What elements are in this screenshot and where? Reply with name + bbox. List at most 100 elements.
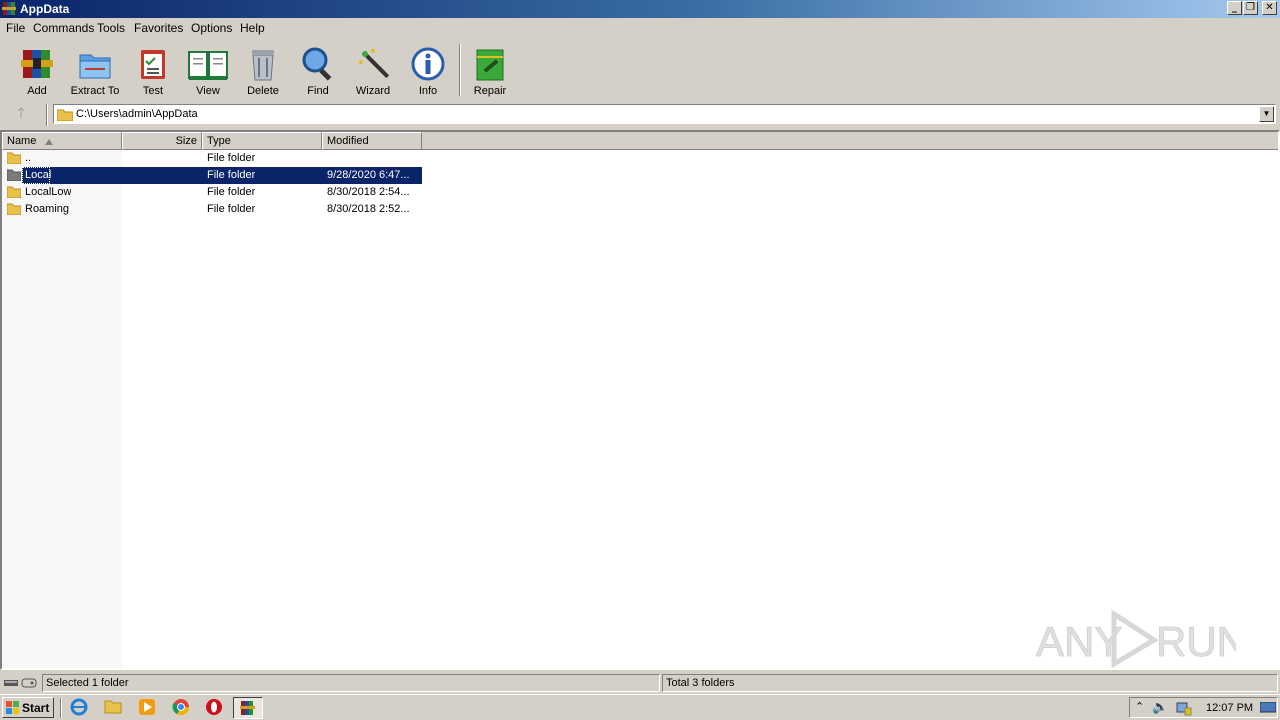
up-folder-button[interactable]: 🡑 [8, 104, 34, 124]
wizard-wand-icon [359, 49, 390, 79]
network-icon[interactable] [1176, 700, 1192, 716]
restore-button[interactable]: ❐ [1243, 1, 1258, 15]
find-button[interactable]: Find [288, 42, 348, 98]
file-modified: 8/30/2018 2:52... [327, 203, 410, 215]
anyrun-watermark: ANY RUN [1036, 606, 1248, 670]
trash-icon [252, 50, 274, 81]
up-arrow-icon: 🡑 [17, 105, 25, 122]
menu-favorites[interactable]: Favorites [134, 21, 183, 35]
menu-tools[interactable]: Tools [97, 21, 125, 35]
menu-help[interactable]: Help [240, 21, 265, 35]
watermark-run: RUN [1156, 618, 1236, 665]
add-label: Add [27, 85, 47, 97]
add-button[interactable]: Add [7, 42, 67, 98]
address-dropdown-button[interactable]: ▼ [1259, 106, 1274, 122]
taskbar-separator [60, 698, 62, 718]
extract-to-button[interactable]: Extract To [65, 42, 125, 98]
file-list[interactable]: Name Size Type Modified .. File folder L… [0, 130, 1280, 670]
status-bar: Selected 1 folder Total 3 folders [0, 672, 1280, 694]
watermark-any: ANY [1036, 618, 1122, 665]
menu-options[interactable]: Options [191, 21, 232, 35]
file-type: File folder [207, 186, 256, 198]
file-name: .. [25, 152, 32, 164]
title-bar: AppData _ ❐ ✕ [0, 0, 1280, 18]
test-label: Test [142, 85, 164, 97]
file-type: File folder [207, 152, 256, 164]
folder-icon [57, 109, 73, 121]
menu-commands[interactable]: Commands [33, 21, 94, 35]
file-row[interactable]: Roaming File folder 8/30/2018 2:52... [2, 201, 422, 218]
winrar-app-icon [2, 2, 16, 15]
column-name-label: Name [7, 135, 37, 147]
address-separator [46, 104, 48, 126]
start-label: Start [22, 701, 50, 715]
file-type: File folder [207, 203, 256, 215]
menu-bar: File Commands Tools Favorites Options He… [0, 18, 1280, 38]
explorer-taskbar-button[interactable] [102, 698, 124, 718]
wizard-button[interactable]: Wizard [343, 42, 403, 98]
ie-taskbar-button[interactable] [68, 698, 90, 718]
system-tray: ⌃ 🔈 12:07 PM [1129, 697, 1278, 718]
folder-icon [7, 186, 21, 198]
opera-taskbar-button[interactable] [203, 698, 225, 718]
status-total: Total 3 folders [662, 674, 1278, 692]
status-left-text: Selected 1 folder [46, 677, 129, 689]
repair-label: Repair [473, 85, 507, 97]
focus-rectangle [22, 167, 50, 184]
volume-icon[interactable]: 🔈 [1152, 699, 1168, 715]
folder-icon [104, 700, 122, 714]
status-right-text: Total 3 folders [666, 677, 735, 689]
repair-button[interactable]: Repair [460, 42, 520, 98]
folder-up-icon [7, 152, 21, 164]
magnifier-icon [302, 47, 332, 81]
media-player-icon [139, 699, 155, 715]
winrar-taskbar-button[interactable] [233, 697, 263, 719]
repair-kit-icon [476, 49, 504, 81]
test-clipboard-icon [141, 50, 165, 79]
tray-expand-icon[interactable]: ⌃ [1135, 700, 1144, 713]
media-player-taskbar-button[interactable] [136, 698, 158, 718]
file-modified: 8/30/2018 2:54... [327, 186, 410, 198]
minimize-button[interactable]: _ [1227, 1, 1242, 15]
anyrun-logo: ANY RUN [1036, 609, 1248, 669]
view-book-icon [188, 51, 228, 80]
file-row[interactable]: .. File folder [2, 150, 422, 167]
chrome-taskbar-button[interactable] [170, 698, 192, 718]
find-label: Find [307, 85, 329, 97]
internet-explorer-icon [70, 698, 88, 716]
file-type: File folder [207, 169, 256, 181]
column-type-label: Type [207, 135, 231, 147]
address-bar[interactable]: C:\Users\admin\AppData ▼ [53, 104, 1276, 124]
delete-button[interactable]: Delete [233, 42, 293, 98]
file-name: LocalLow [25, 186, 72, 198]
file-name: Roaming [25, 203, 70, 215]
info-label: Info [418, 85, 438, 97]
drive-icons [4, 678, 37, 688]
chevron-down-icon: ▼ [1262, 109, 1271, 118]
test-button[interactable]: Test [123, 42, 183, 98]
delete-label: Delete [247, 85, 279, 97]
folder-icon [7, 203, 21, 215]
menu-file[interactable]: File [6, 21, 25, 35]
info-icon [411, 47, 445, 81]
file-row-selected[interactable]: Local File folder 9/28/2020 6:47... [2, 167, 422, 184]
close-button[interactable]: ✕ [1262, 1, 1277, 15]
view-button[interactable]: View [178, 42, 238, 98]
add-archive-icon [21, 50, 53, 78]
file-row[interactable]: LocalLow File folder 8/30/2018 2:54... [2, 184, 422, 201]
column-header-type[interactable]: Type [202, 132, 322, 150]
wizard-label: Wizard [355, 85, 391, 97]
name-column-shade [2, 150, 122, 668]
status-selected: Selected 1 folder [42, 674, 660, 692]
column-header-name[interactable]: Name [2, 132, 122, 150]
column-header-modified[interactable]: Modified [322, 132, 422, 150]
show-desktop-icon[interactable] [1260, 702, 1276, 714]
winrar-icon [240, 701, 255, 715]
start-button[interactable]: Start [2, 697, 54, 718]
window-title: AppData [20, 2, 70, 16]
column-size-label: Size [175, 135, 197, 147]
column-header-size[interactable]: Size [122, 132, 202, 150]
info-button[interactable]: Info [398, 42, 458, 98]
toolbar-separator [459, 44, 461, 96]
opera-icon [206, 699, 222, 715]
